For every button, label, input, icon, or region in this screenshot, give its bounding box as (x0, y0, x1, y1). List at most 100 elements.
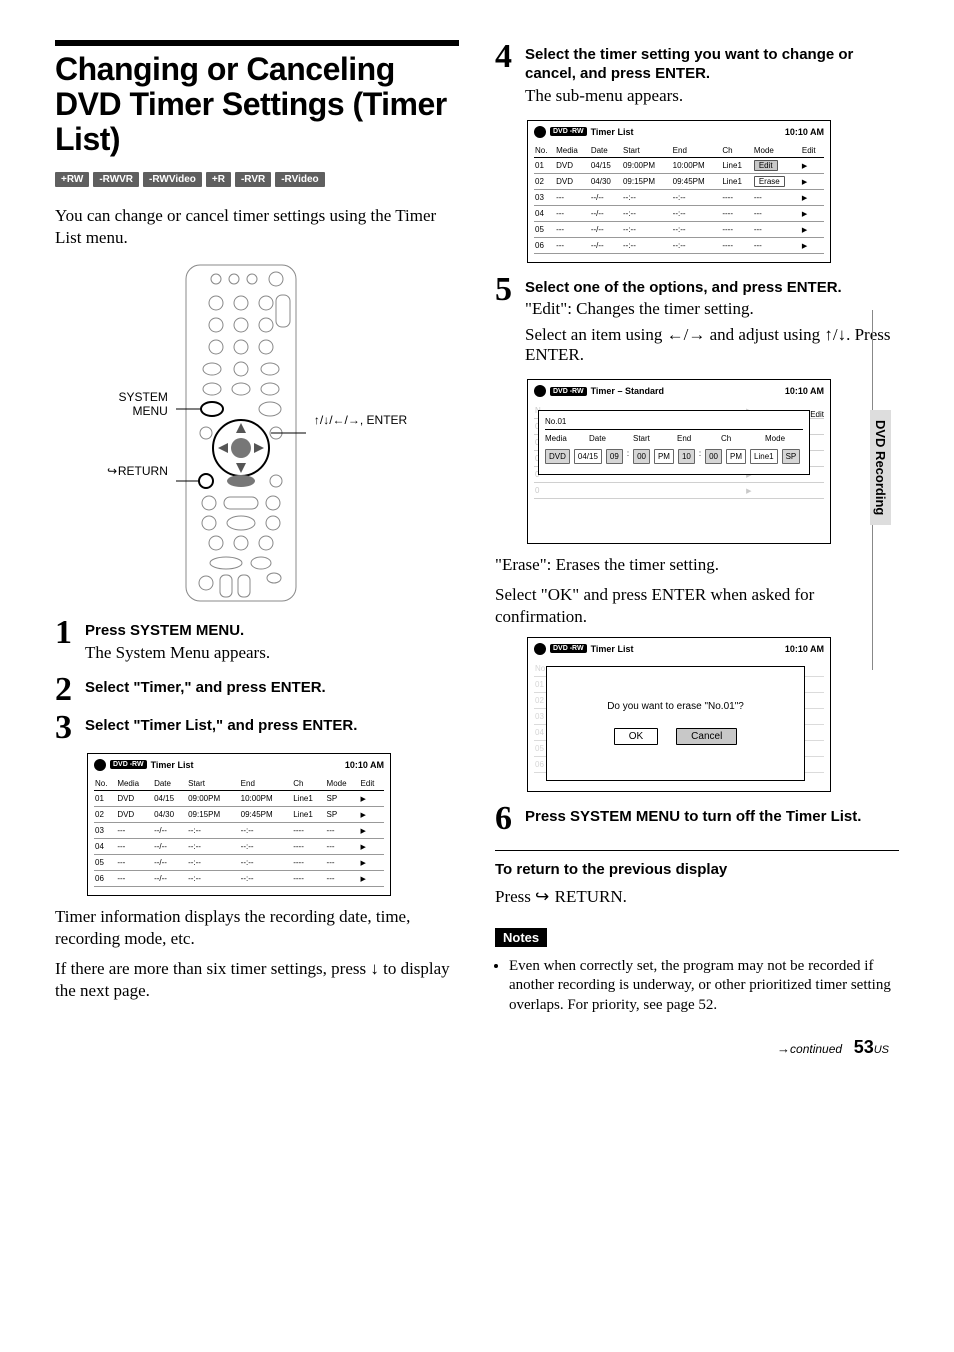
table-row: 03-----/----:----:--------- (94, 822, 384, 838)
osd-title: Timer List (591, 127, 634, 137)
edit-card: No.01 Media Date Start End Ch Mode DVD 0… (538, 410, 810, 475)
return-heading: To return to the previous display (495, 861, 899, 878)
erase-desc-2: Select "OK" and press ENTER when asked f… (495, 584, 899, 628)
right-column: 4 Select the timer setting you want to c… (495, 40, 899, 1019)
table-row: 03-----/----:----:--------- (534, 189, 824, 205)
dvd-rw-badge: DVD -RW (110, 760, 147, 769)
return-icon (535, 887, 550, 906)
disc-icon (534, 126, 546, 138)
section-tab: DVD Recording (870, 410, 891, 525)
table-row: 06-----/----:----:--------- (534, 237, 824, 253)
step-heading: Select "Timer List," and press ENTER. (85, 717, 459, 736)
col-date: Date (153, 777, 187, 791)
disc-icon (94, 759, 106, 771)
step-number: 5 (495, 273, 525, 307)
erase-dialog-text: Do you want to erase "No.01"? (607, 701, 744, 712)
left-steps: 1 Press SYSTEM MENU. The System Menu app… (55, 616, 459, 745)
step-heading: Select "Timer," and press ENTER. (85, 679, 459, 698)
osd-timer-list-selected: DVD -RW Timer List 10:10 AM No.MediaDate… (527, 120, 831, 263)
field-end-h[interactable]: 10 (678, 449, 695, 464)
field-end-ap[interactable]: PM (726, 449, 746, 464)
left-column: Changing or Canceling DVD Timer Settings… (55, 40, 459, 1019)
osd-title: Timer List (591, 644, 634, 654)
timer-table: No.MediaDateStartEndChModeEdit 01DVD04/1… (534, 144, 824, 254)
table-row: 04-----/----:----:--------- (534, 205, 824, 221)
step-number: 1 (55, 616, 85, 650)
page-number: 53 (854, 1037, 874, 1057)
osd-clock: 10:10 AM (345, 760, 384, 770)
action-edit[interactable]: Edit (754, 160, 778, 171)
step-3: 3 Select "Timer List," and press ENTER. (55, 711, 459, 745)
return-icon (107, 464, 118, 478)
cancel-button[interactable]: Cancel (676, 728, 737, 745)
step-subtext: The sub-menu appears. (525, 86, 899, 106)
step-subtext: The System Menu appears. (85, 643, 459, 663)
osd-timer-edit: DVD -RW Timer – Standard 10:10 AM Edit N… (527, 379, 831, 544)
field-date[interactable]: 04/15 (574, 449, 602, 464)
timer-table: No. Media Date Start End Ch Mode Edit 01… (94, 777, 384, 887)
table-row: 01DVD04/1509:00PM10:00PMLine1Edit (534, 157, 824, 173)
step-5: 5 Select one of the options, and press E… (495, 273, 899, 372)
step-number: 6 (495, 802, 525, 836)
field-mode[interactable]: SP (782, 449, 801, 464)
table-row: 05-----/----:----:--------- (534, 221, 824, 237)
continued-arrow-icon (777, 1041, 790, 1056)
label-system-menu: SYSTEM MENU (119, 390, 168, 418)
col-end: End (240, 777, 293, 791)
edit-desc-1: "Edit": Changes the timer setting. (525, 299, 899, 319)
field-start-ap[interactable]: PM (654, 449, 674, 464)
col-media: Media (116, 777, 153, 791)
erase-desc-1: "Erase": Erases the timer setting. (495, 554, 899, 576)
osd-clock: 10:10 AM (785, 127, 824, 137)
disc-badges: +RW -RWVR -RWVideo +R -RVR -RVideo (55, 172, 459, 187)
ok-button[interactable]: OK (614, 728, 658, 745)
step3-info-2: If there are more than six timer setting… (55, 958, 459, 1002)
table-row: 02DVD04/3009:15PM09:45PMLine1Erase (534, 173, 824, 189)
osd-title: Timer List (151, 760, 194, 770)
field-end-m[interactable]: 00 (705, 449, 722, 464)
remote-svg (176, 263, 306, 603)
note-item: Even when correctly set, the program may… (509, 957, 899, 1016)
col-mode: Mode (326, 777, 360, 791)
title-rule (55, 40, 459, 46)
field-start-h[interactable]: 09 (606, 449, 623, 464)
step-number: 4 (495, 40, 525, 74)
notes-list: Even when correctly set, the program may… (495, 957, 899, 1016)
edit-card-title: No.01 (545, 417, 803, 430)
notes-label: Notes (495, 928, 547, 947)
field-start-m[interactable]: 00 (633, 449, 650, 464)
field-ch[interactable]: Line1 (750, 449, 778, 464)
continued-label: continued (790, 1042, 842, 1056)
table-row: 04-----/----:----:--------- (94, 838, 384, 854)
step-heading: Select the timer setting you want to cha… (525, 46, 899, 84)
erase-dialog: Do you want to erase "No.01"? OK Cancel (546, 666, 805, 781)
step-heading: Press SYSTEM MENU. (85, 622, 459, 641)
step-6: 6 Press SYSTEM MENU to turn off the Time… (495, 802, 899, 836)
col-ch: Ch (292, 777, 325, 791)
step-number: 3 (55, 711, 85, 745)
step-2: 2 Select "Timer," and press ENTER. (55, 673, 459, 707)
action-erase[interactable]: Erase (754, 176, 785, 187)
osd-title: Timer – Standard (591, 386, 664, 396)
col-no: No. (94, 777, 116, 791)
remote-diagram: SYSTEM MENU RETURN (55, 263, 459, 606)
col-edit: Edit (360, 777, 384, 791)
label-return: RETURN (107, 464, 168, 478)
divider (495, 850, 899, 851)
badge-plus-rw: +RW (55, 172, 89, 187)
badge-plus-r: +R (206, 172, 231, 187)
dvd-rw-badge: DVD -RW (550, 387, 587, 396)
field-media[interactable]: DVD (545, 449, 570, 464)
step-number: 2 (55, 673, 85, 707)
badge-minus-r-vr: -RVR (235, 172, 271, 187)
osd-clock: 10:10 AM (785, 644, 824, 654)
step-1: 1 Press SYSTEM MENU. The System Menu app… (55, 616, 459, 669)
return-body: Press RETURN. (495, 886, 899, 908)
badge-minus-r-video: -RVideo (275, 172, 324, 187)
page-title: Changing or Canceling DVD Timer Settings… (55, 52, 459, 158)
edit-desc-2: Select an item using ←/→ and adjust usin… (525, 325, 899, 365)
col-start: Start (187, 777, 240, 791)
step3-info-1: Timer information displays the recording… (55, 906, 459, 950)
osd-clock: 10:10 AM (785, 386, 824, 396)
label-dpad-enter: ↑/↓/←/→, ENTER (314, 413, 407, 427)
